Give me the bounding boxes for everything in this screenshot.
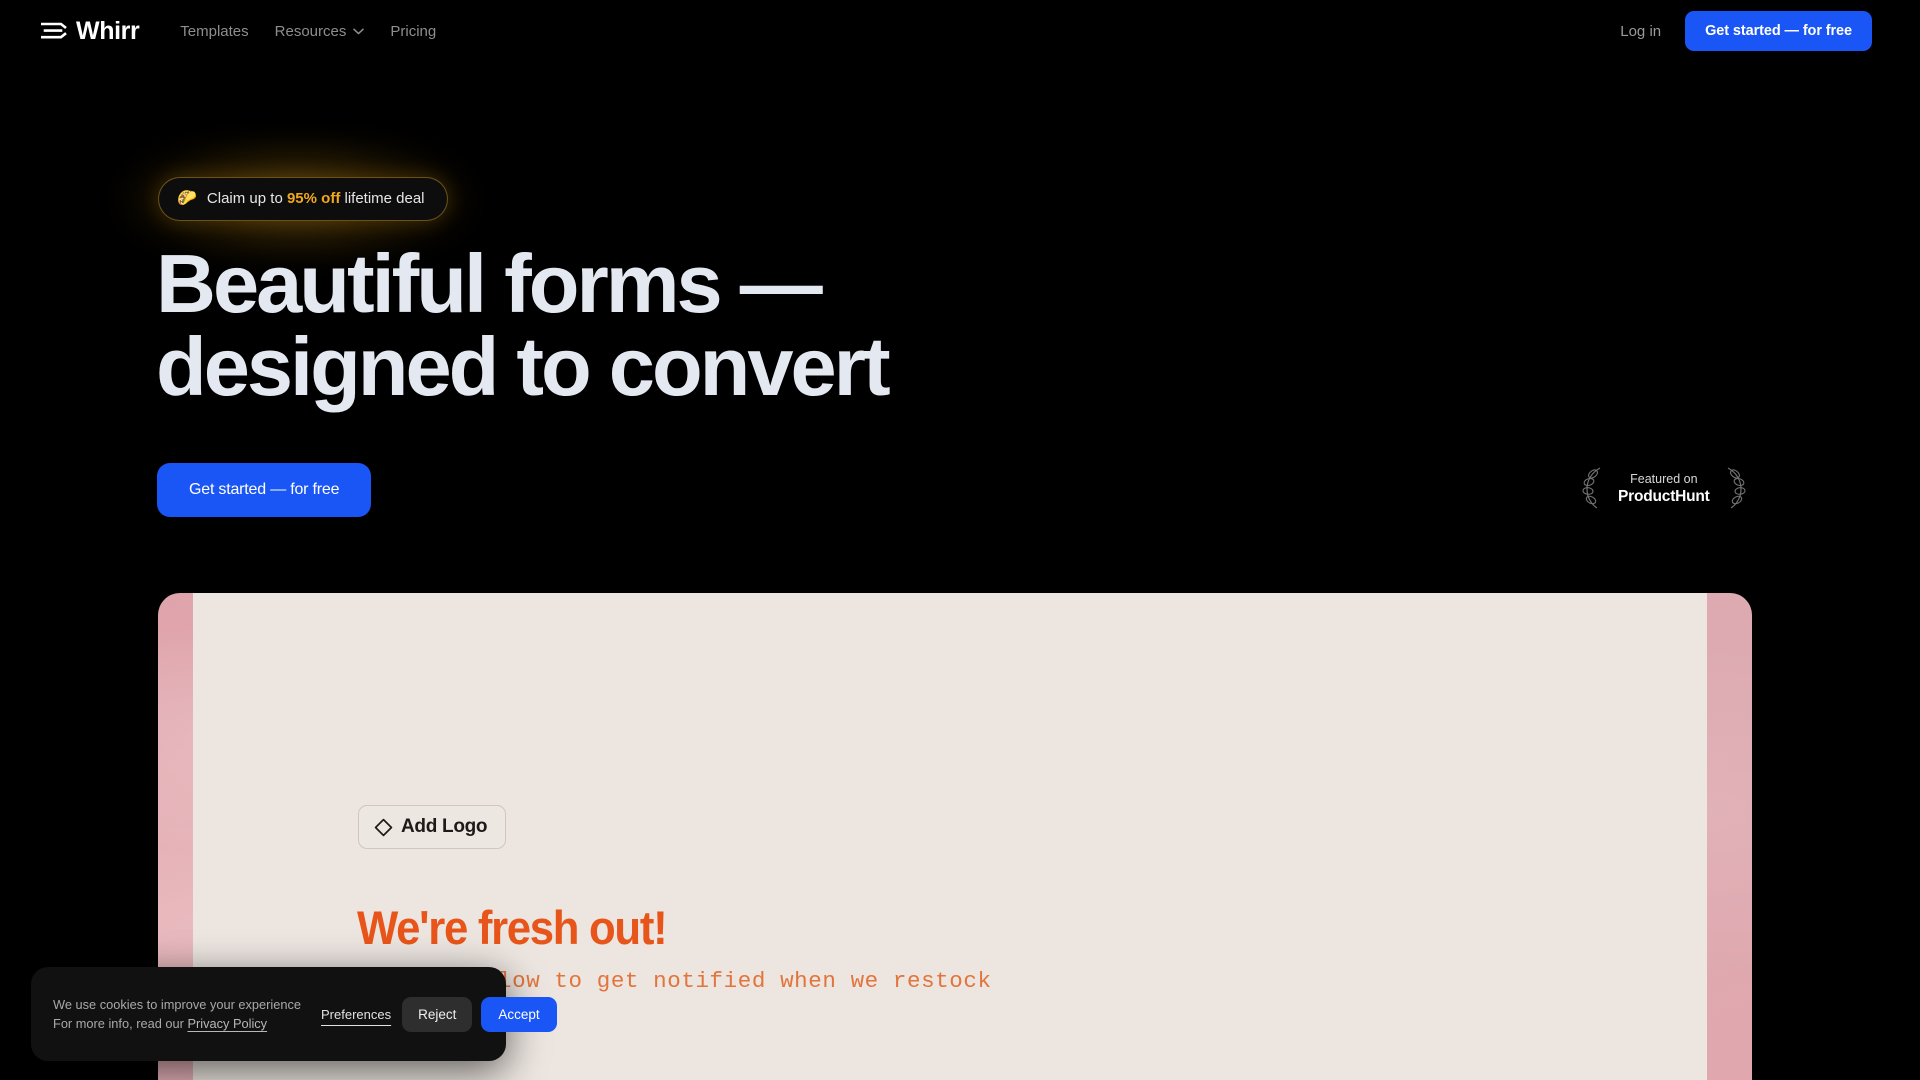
whirr-wave-mark-icon — [41, 21, 67, 41]
add-logo-button[interactable]: Add Logo — [358, 805, 507, 849]
nav-link-pricing-label: Pricing — [390, 22, 437, 40]
top-navigation-bar: Whirr Templates Resources Pricing Log in… — [0, 0, 1920, 62]
cookie-message-line1: We use cookies to improve your experienc… — [53, 996, 302, 1012]
nav-link-resources[interactable]: Resources — [262, 15, 378, 48]
nav-link-resources-label: Resources — [274, 22, 347, 40]
nav-link-pricing[interactable]: Pricing — [377, 15, 449, 48]
brand-name: Whirr — [76, 16, 140, 45]
login-link[interactable]: Log in — [1604, 15, 1677, 48]
add-logo-label: Add Logo — [401, 816, 488, 837]
brand-logo[interactable]: Whirr — [41, 16, 140, 45]
nav-link-templates[interactable]: Templates — [167, 15, 261, 48]
cookie-message: We use cookies to improve your experienc… — [53, 995, 301, 1034]
landing-page: Whirr Templates Resources Pricing Log in… — [0, 0, 1920, 1080]
nav-get-started-button[interactable]: Get started — for free — [1685, 11, 1872, 51]
diamond-icon — [374, 818, 393, 837]
cookie-consent-banner: We use cookies to improve your experienc… — [31, 967, 557, 1061]
cookie-accept-button[interactable]: Accept — [481, 996, 557, 1032]
nav-link-templates-label: Templates — [180, 22, 249, 40]
cookie-message-line2-prefix: For more info, read our — [53, 1016, 188, 1031]
cookie-reject-button[interactable]: Reject — [402, 996, 473, 1032]
form-title: We're fresh out! — [357, 901, 668, 954]
nav-right-actions: Log in Get started — for free — [1604, 11, 1872, 51]
cookie-preferences-button[interactable]: Preferences — [319, 999, 393, 1030]
chevron-down-icon — [353, 27, 365, 35]
privacy-policy-link[interactable]: Privacy Policy — [187, 1016, 267, 1031]
cookie-message-line2: For more info, read our Privacy Policy — [53, 1014, 301, 1033]
cookie-actions: Preferences Reject Accept — [319, 996, 557, 1032]
primary-nav-links: Templates Resources Pricing — [167, 15, 449, 48]
